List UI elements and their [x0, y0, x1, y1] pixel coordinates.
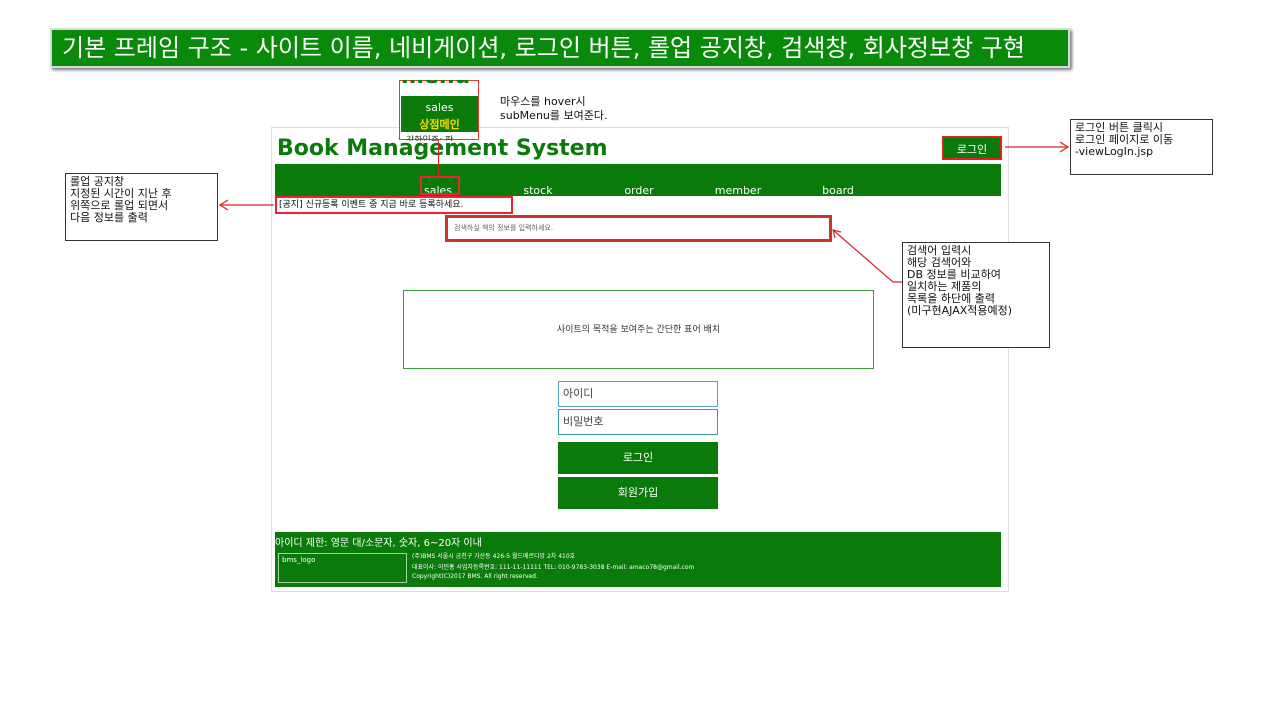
annotation-arrows: [218, 141, 1070, 283]
arrow-search: [832, 229, 902, 283]
